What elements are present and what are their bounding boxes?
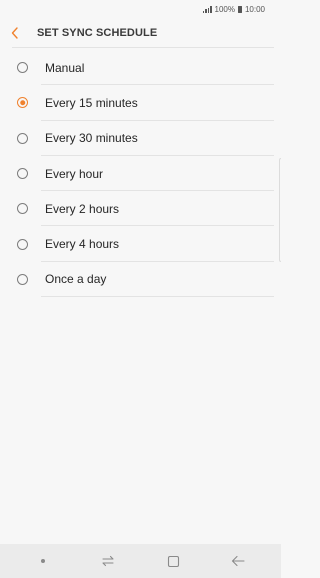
option-once-a-day[interactable]: Once a day [0,262,281,298]
option-manual[interactable]: Manual [0,50,281,86]
battery-icon [237,5,242,13]
option-label: Once a day [45,272,107,287]
option-label: Every 4 hours [45,237,120,252]
option-label: Every 30 minutes [45,131,138,146]
header-divider [12,47,274,48]
option-label: Every hour [45,166,104,181]
home-button[interactable] [157,544,189,578]
recent-apps-button[interactable] [92,544,124,578]
header: SET SYNC SCHEDULE [0,18,281,48]
scroll-indicator[interactable] [279,158,281,262]
radio-button[interactable] [17,62,28,74]
option-every-hour[interactable]: Every hour [0,156,281,192]
back-button[interactable] [11,18,33,48]
radio-button[interactable] [17,132,28,144]
option-every-15-minutes[interactable]: Every 15 minutes [0,85,281,121]
option-every-4-hours[interactable]: Every 4 hours [0,226,281,262]
home-icon [167,555,179,567]
clock: 10:00 [244,4,265,14]
radio-button[interactable] [17,238,28,250]
divider [41,296,274,298]
back-nav-button[interactable] [222,544,254,578]
nav-dot-button[interactable] [27,544,59,578]
dot-icon [40,559,45,563]
radio-button[interactable] [17,273,28,285]
recent-apps-icon [102,555,114,567]
radio-button[interactable] [17,168,28,180]
back-arrow-icon [232,555,245,567]
battery-percent: 100% [214,4,235,14]
sync-schedule-options: Manual Every 15 minutes Every 30 minutes… [0,50,281,298]
signal-icon [202,5,212,13]
page-title: SET SYNC SCHEDULE [37,27,158,39]
chevron-left-icon [11,27,18,39]
navigation-bar [0,544,281,578]
option-label: Every 15 minutes [45,95,138,110]
radio-button[interactable] [17,203,28,215]
option-every-2-hours[interactable]: Every 2 hours [0,191,281,227]
option-label: Every 2 hours [45,201,120,216]
radio-button-selected[interactable] [17,97,28,109]
option-every-30-minutes[interactable]: Every 30 minutes [0,121,281,156]
option-label: Manual [45,60,85,75]
status-bar: 100% 10:00 [0,0,281,18]
